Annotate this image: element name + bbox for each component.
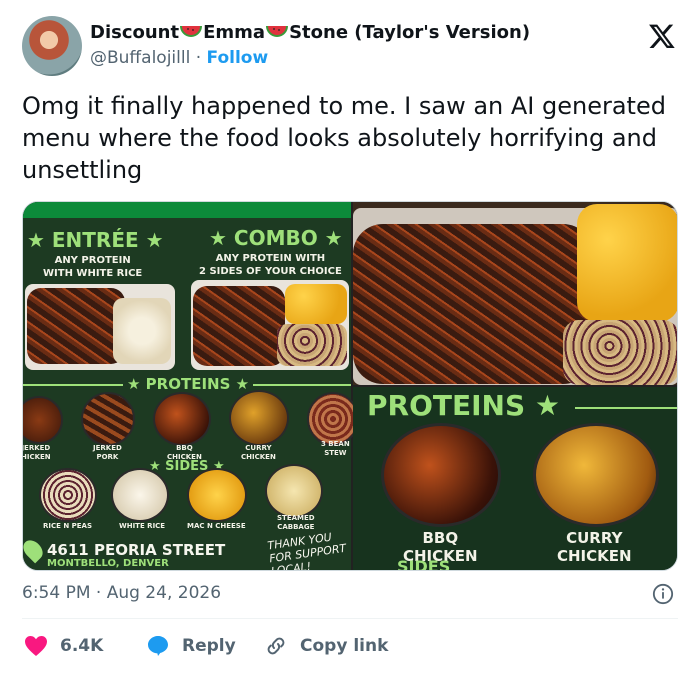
side-bowl	[39, 468, 97, 522]
tweet-text: Omg it finally happened to me. I saw an …	[22, 92, 666, 184]
protein-label: 3 BEAN STEW	[321, 440, 350, 457]
protein-label: CURRY CHICKEN	[241, 444, 276, 461]
timestamp[interactable]: 6:54 PM · Aug 24, 2026	[22, 583, 221, 603]
proteins-title-large: PROTEINS ★	[367, 389, 560, 422]
copy-link-label: Copy link	[300, 636, 389, 656]
combo-beans	[277, 324, 347, 366]
x-logo-icon[interactable]	[648, 22, 676, 50]
link-icon	[267, 637, 285, 655]
display-name[interactable]: Discount Emma Stone (Taylor's Version)	[90, 22, 530, 43]
city: MONTBELLO, DENVER	[47, 558, 169, 569]
menu-banner	[23, 202, 351, 218]
combo-title: ★ COMBO ★	[209, 226, 343, 250]
engagement-bar: 6.4K Reply Copy link	[22, 632, 682, 660]
combo-mac	[285, 284, 347, 324]
divider	[23, 384, 123, 386]
watermelon-icon	[180, 25, 203, 37]
curry-chicken-bowl	[533, 423, 659, 527]
closeup-mac	[577, 204, 677, 322]
copy-link-button[interactable]: Copy link	[264, 632, 388, 660]
display-name-part-3: Stone (Taylor's Version)	[289, 22, 531, 43]
tweet-media[interactable]: ★ ENTRÉE ★ ANY PROTEIN WITH WHITE RICE ★…	[22, 201, 678, 571]
proteins-title: ★ PROTEINS ★	[127, 375, 250, 393]
avatar[interactable]	[22, 16, 82, 76]
combo-meat	[193, 286, 285, 366]
handle-row: @Buffalojilll · Follow	[90, 48, 268, 68]
heart-icon	[25, 636, 47, 656]
divider	[22, 618, 678, 619]
thank-you-note: THANK YOU FOR SUPPORT LOCAL!	[266, 530, 347, 571]
location-pin-icon	[23, 536, 47, 564]
reply-button[interactable]: Reply	[146, 632, 236, 660]
protein-label: JERKED PORK	[93, 444, 122, 461]
menu-photo-closeup[interactable]	[353, 202, 677, 385]
sides-title-partial: SIDES	[397, 557, 451, 571]
protein-bowl	[23, 396, 63, 444]
side-label: MAC N CHEESE	[187, 522, 246, 530]
closeup-meat	[353, 224, 593, 384]
entree-title: ★ ENTRÉE ★	[27, 228, 164, 252]
side-label: STEAMED CABBAGE	[277, 514, 315, 531]
reply-bubble-icon	[148, 636, 168, 656]
closeup-beans	[563, 320, 677, 385]
display-name-part-2: Emma	[203, 22, 266, 43]
like-button[interactable]: 6.4K	[24, 632, 103, 660]
combo-subtitle: ANY PROTEIN WITH 2 SIDES OF YOUR CHOICE	[199, 253, 342, 277]
separator: ·	[195, 48, 202, 68]
protein-bowl	[81, 392, 135, 446]
protein-bowl	[153, 392, 211, 446]
watermelon-icon	[266, 25, 289, 37]
reply-label: Reply	[182, 636, 236, 656]
like-count: 6.4K	[60, 636, 104, 656]
side-bowl	[265, 464, 323, 518]
curry-chicken-label: CURRY CHICKEN	[557, 529, 632, 565]
info-icon[interactable]	[652, 583, 674, 605]
entree-rice	[113, 298, 171, 364]
protein-bowl	[229, 390, 289, 446]
menu-photo-proteins[interactable]: PROTEINS ★ BBQ CHICKEN CURRY CHICKEN SID…	[353, 387, 677, 571]
divider	[575, 407, 677, 409]
side-label: WHITE RICE	[119, 522, 166, 530]
follow-button[interactable]: Follow	[207, 48, 269, 68]
side-bowl	[111, 468, 169, 522]
address: 4611 PEORIA STREET	[47, 541, 226, 559]
protein-label: JERKED HICKEN	[22, 444, 51, 461]
side-label: RICE N PEAS	[43, 522, 93, 530]
protein-bowl	[307, 392, 359, 446]
handle[interactable]: @Buffalojilll	[90, 48, 190, 68]
entree-subtitle: ANY PROTEIN WITH WHITE RICE	[43, 255, 143, 279]
tweet-header: Discount Emma Stone (Taylor's Version) @Bu…	[22, 14, 682, 78]
menu-photo-left[interactable]: ★ ENTRÉE ★ ANY PROTEIN WITH WHITE RICE ★…	[22, 202, 359, 571]
entree-meat	[27, 288, 125, 364]
side-bowl	[187, 468, 247, 522]
divider	[253, 384, 351, 386]
display-name-part-1: Discount	[90, 22, 180, 43]
bbq-chicken-bowl	[381, 423, 501, 527]
